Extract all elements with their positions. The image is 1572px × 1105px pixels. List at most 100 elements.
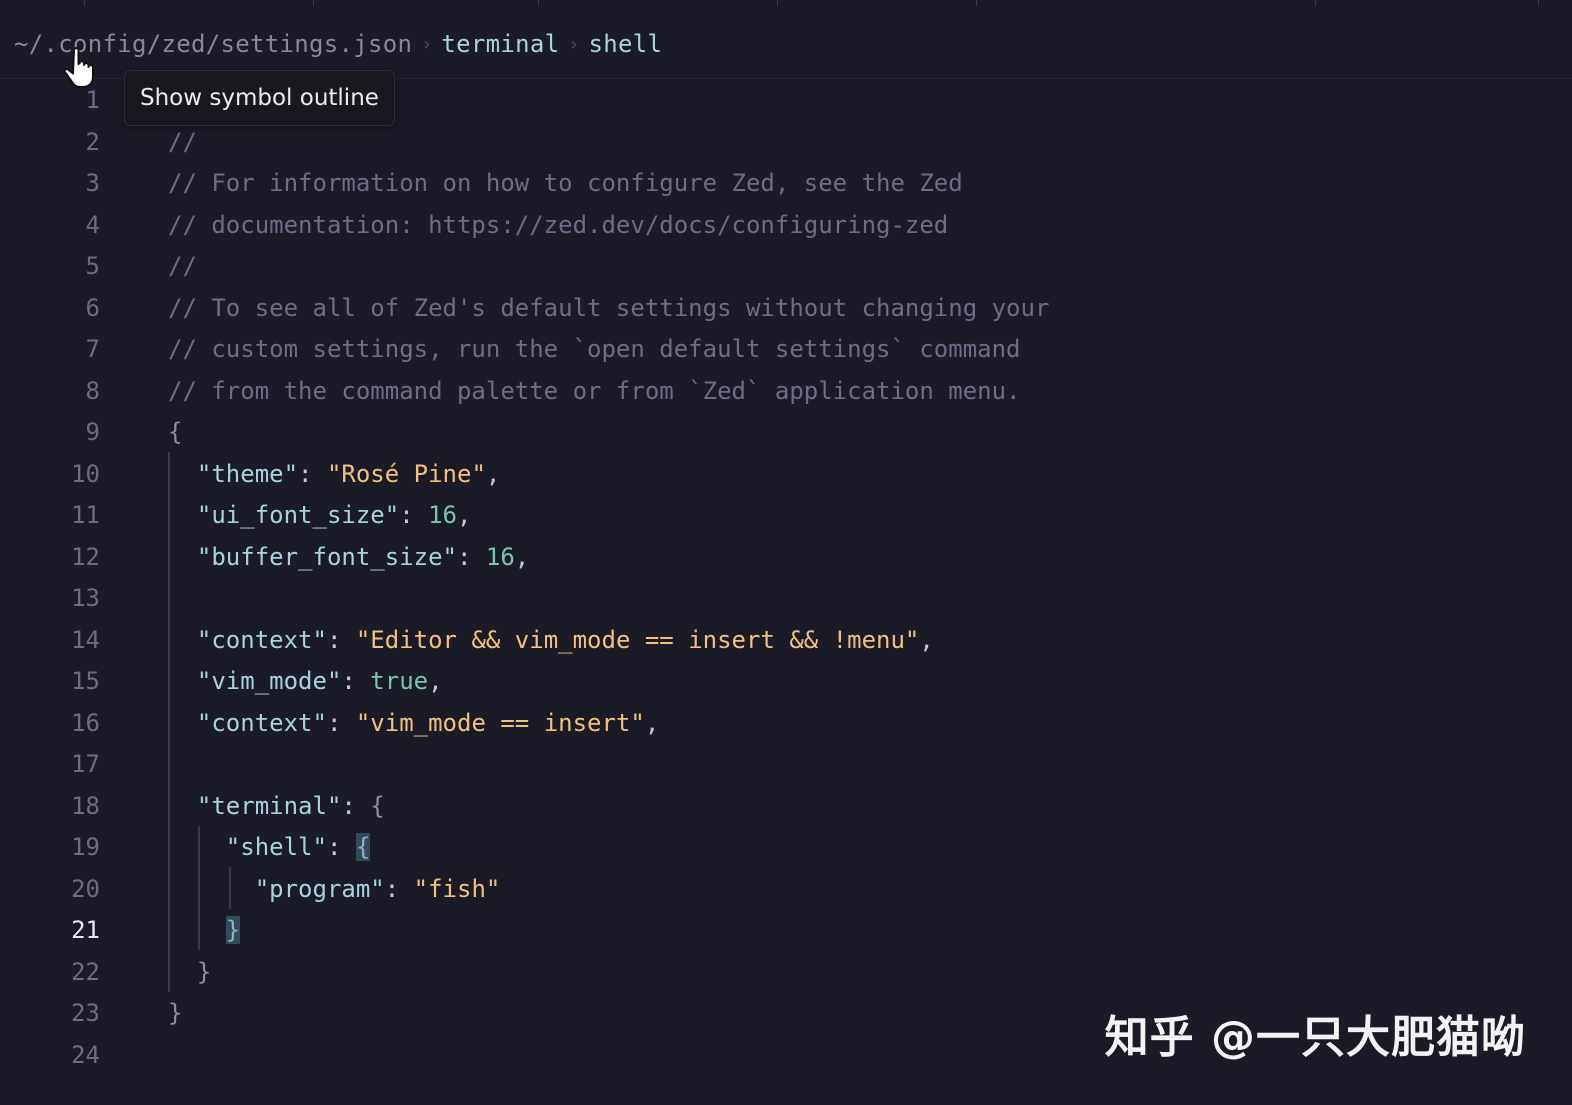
code-line[interactable]: 3 // For information on how to configure … [0,163,1572,205]
code-text[interactable]: } [168,952,211,994]
code-token-cm: // For information on how to configure Z… [168,169,963,197]
code-text[interactable]: } [168,910,241,952]
code-token-cm: // [168,252,197,280]
code-line[interactable]: 4 // documentation: https://zed.dev/docs/… [0,205,1572,247]
line-number: 2 [85,127,100,156]
line-number: 14 [71,625,100,654]
line-number: 17 [71,750,100,778]
code-token-brace: { [168,418,183,446]
code-token-punc: , [428,667,443,695]
tab-divider [976,0,977,6]
code-token-punc: , [457,501,472,529]
code-line[interactable]: 5 // [0,246,1572,288]
line-number: 6 [85,293,100,322]
code-line[interactable]: 14 "context": "Editor && vim_mode == ins… [0,620,1572,662]
code-token-punc: , [919,625,934,654]
code-text[interactable]: "buffer_font_size": 16, [168,537,529,579]
code-text[interactable]: "context": "vim_mode == insert", [168,703,659,745]
code-token-brace: } [168,999,183,1027]
code-token-brace-hl: { [355,833,371,861]
tab-bar [0,0,1572,6]
line-number: 5 [85,252,100,280]
hand-pointer-icon [63,47,94,88]
code-line[interactable]: 9{ [0,412,1572,454]
code-token-brace: { [370,791,385,820]
code-line[interactable]: 11 "ui_font_size": 16, [0,495,1572,537]
code-token-punc: : [326,625,356,654]
code-token-key: "shell" [168,833,327,861]
code-text[interactable]: "ui_font_size": 16, [168,495,472,537]
line-number: 21 [71,916,100,944]
code-text[interactable]: // For information on how to configure Z… [168,163,963,205]
line-number: 9 [85,418,100,446]
tab-divider [777,0,778,6]
code-token-str: "Rosé Pine" [326,459,486,488]
tab-divider [1315,0,1316,6]
code-text[interactable]: // documentation: https://zed.dev/docs/c… [168,205,948,247]
line-number: 7 [85,335,100,363]
code-line[interactable]: 8 // from the command palette or from `Ze… [0,371,1572,413]
code-line[interactable]: 18 "terminal": { [0,786,1572,828]
code-line[interactable]: 7 // custom settings, run the `open defau… [0,329,1572,371]
line-number: 22 [71,957,100,986]
code-token-punc: : [341,791,371,820]
code-token-num: 16 [428,501,457,529]
code-line[interactable]: 16 "context": "vim_mode == insert", [0,703,1572,745]
code-text[interactable]: "vim_mode": true, [168,661,443,703]
code-token-brace-hl: } [225,916,241,944]
code-text[interactable]: "theme": "Rosé Pine", [168,454,500,496]
breadcrumb-symbol-terminal[interactable]: terminal [441,30,559,58]
code-token-key: "terminal" [168,791,342,820]
code-line[interactable]: 2 // [0,122,1572,164]
code-token-key: "context" [168,708,327,737]
code-text[interactable]: // [168,246,197,288]
code-line[interactable]: 22 } [0,952,1572,994]
code-token-key: "ui_font_size" [168,501,400,529]
code-token-punc: , [485,459,501,488]
code-line[interactable]: 15 "vim_mode": true, [0,661,1572,703]
code-line[interactable]: 21 } [0,910,1572,952]
code-token-key: "context" [168,625,327,654]
line-number: 11 [71,501,100,529]
code-line[interactable]: 20 "program": "fish" [0,869,1572,911]
breadcrumb-symbol-shell[interactable]: shell [589,30,663,58]
code-text[interactable]: "context": "Editor && vim_mode == insert… [168,620,934,662]
watermark: 知乎 @一只大肥猫呦 [1104,1012,1526,1063]
code-text[interactable]: // from the command palette or from `Zed… [168,371,1021,413]
code-line[interactable]: 19 "shell": { [0,827,1572,869]
code-line[interactable]: 10 "theme": "Rosé Pine", [0,454,1572,496]
code-token-brace: } [168,957,212,986]
code-text[interactable]: "terminal": { [168,786,385,828]
code-text[interactable]: // [168,122,197,164]
tab-divider [538,0,539,6]
code-line[interactable]: 17 [0,744,1572,786]
code-token-punc: : [326,708,356,737]
code-line[interactable]: 13 [0,578,1572,620]
code-token-punc: : [399,501,429,529]
code-text[interactable]: // custom settings, run the `open defaul… [168,329,1021,371]
code-token-key: "vim_mode" [168,667,342,695]
code-token-key: "program" [168,874,385,903]
line-number: 3 [85,169,100,197]
breadcrumb[interactable]: ~/.config/zed/settings.json › terminal ›… [14,26,662,62]
code-token-bool: true [370,667,429,695]
code-token-punc: : [384,874,414,903]
code-token-cm: // custom settings, run the `open defaul… [168,335,1021,363]
line-number: 23 [71,999,100,1027]
line-number: 15 [71,667,100,695]
code-line[interactable]: 6 // To see all of Zed's default settings… [0,288,1572,330]
chevron-right-icon: › [421,33,433,55]
code-token-punc [168,916,226,944]
code-text[interactable]: "shell": { [168,827,371,869]
code-token-cm: // To see all of Zed's default settings … [168,293,1050,322]
code-token-num: 16 [485,542,515,571]
code-editor[interactable]: 1// Zed settings2//3// For information o… [0,80,1572,1105]
code-token-str: "vim_mode == insert" [355,708,645,737]
code-text[interactable]: } [168,993,182,1035]
code-text[interactable]: // To see all of Zed's default settings … [168,288,1049,330]
code-line[interactable]: 12 "buffer_font_size": 16, [0,537,1572,579]
code-token-str: "Editor && vim_mode == insert && !menu" [355,625,920,654]
code-text[interactable]: { [168,412,182,454]
code-text[interactable]: "program": "fish" [168,869,501,911]
code-token-punc: , [644,708,660,737]
